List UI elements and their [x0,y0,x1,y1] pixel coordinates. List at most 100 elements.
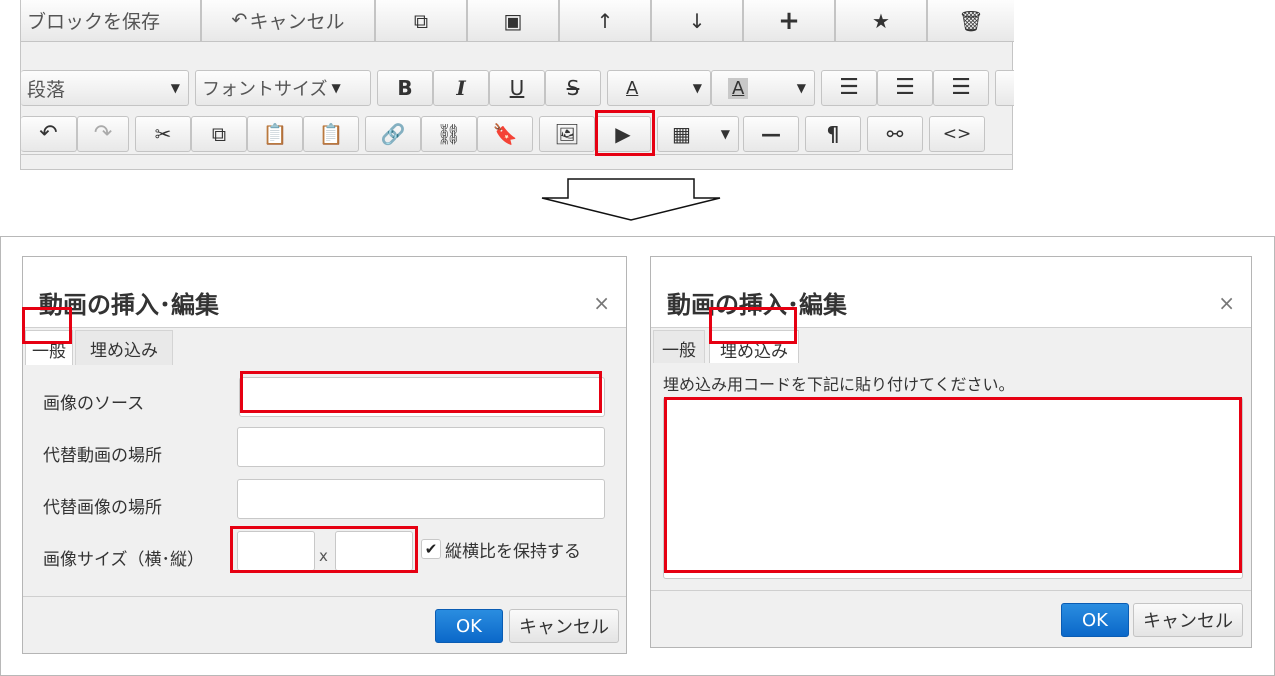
dialog-tabs: 一般 埋め込み [651,327,1251,367]
underline-icon: U [509,76,525,100]
size-label: 画像サイズ（横･縦） [43,550,204,570]
keep-ratio-label: 縦横比を保持する [445,542,581,562]
move-down-button[interactable]: ↓ [651,0,743,42]
duplicate-block-button[interactable]: ⧉ [375,0,467,42]
source-code-button[interactable]: <> [929,116,985,152]
save-block-button[interactable]: ブロックを保存 [21,0,201,42]
caret-down-icon: ▼ [692,81,702,95]
unlink-button[interactable]: ⛓ [421,116,477,152]
arrow-up-icon: ↑ [596,8,614,33]
width-input[interactable] [237,531,315,571]
horizontal-rule-icon: — [761,122,781,146]
image-icon: 🖼 [554,122,580,146]
tab-embed[interactable]: 埋め込み [709,330,799,367]
align-center-icon: ☰ [895,75,915,100]
horizontal-rule-button[interactable]: — [743,116,799,152]
tab-general[interactable]: 一般 [653,330,705,366]
embed-code-textarea[interactable] [663,397,1243,579]
cut-icon: ✂ [154,122,172,146]
dialog-body: 画像のソース 代替動画の場所 代替画像の場所 画像サイズ（横･縦） x ✔ 縦横… [23,365,626,599]
paragraph-select[interactable]: 段落 ▼ [21,70,189,106]
insert-table-button[interactable]: ▦ ▼ [657,116,739,152]
embed-instruction: 埋め込み用コードを下記に貼り付けてください。 [663,375,1015,394]
checkmark-icon: ✔ [424,540,438,558]
save-to-library-button[interactable]: ▣ [467,0,559,42]
cancel-button[interactable]: ↶ キャンセル [201,0,375,42]
source-label: 画像のソース [43,394,145,414]
dialog-tabs: 一般 埋め込み [23,327,626,367]
redo-button[interactable]: ↷ [77,116,129,152]
align-center-button[interactable]: ☰ [877,70,933,106]
caret-down-icon: ▼ [720,127,730,141]
cancel-label: キャンセル [249,11,345,33]
font-size-select-value: フォントサイズ [202,79,328,100]
tab-general[interactable]: 一般 [25,330,73,367]
alt-video-input[interactable] [237,427,605,467]
text-color-icon: A [626,77,639,99]
alt-image-label: 代替画像の場所 [43,498,162,518]
add-block-button[interactable]: + [743,0,835,42]
close-icon[interactable]: × [593,291,610,315]
cancel-button[interactable]: キャンセル [1133,603,1243,637]
keep-ratio-checkbox[interactable]: ✔ [421,539,441,559]
paste-button[interactable]: 📋 [247,116,303,152]
insert-image-button[interactable]: 🖼 [539,116,595,152]
italic-button[interactable]: I [433,70,489,106]
font-size-select[interactable]: フォントサイズ ▼ [195,70,371,106]
dialog-title: 動画の挿入･編集 [23,257,626,327]
cancel-button[interactable]: キャンセル [509,609,619,643]
paste-text-icon: 📋 [318,122,344,146]
underline-button[interactable]: U [489,70,545,106]
strikethrough-button[interactable]: S [545,70,601,106]
insert-video-button[interactable]: ▶ [595,116,651,152]
copy-icon: ⧉ [211,122,227,146]
flow-arrow-icon [541,178,721,221]
caret-down-icon: ▼ [170,81,180,95]
delete-block-button[interactable]: 🗑 [927,0,1014,42]
caret-down-icon: ▼ [796,81,806,95]
height-input[interactable] [335,531,413,571]
favorite-button[interactable]: ★ [835,0,927,42]
trash-icon: 🗑 [958,8,984,33]
ok-button[interactable]: OK [435,609,503,643]
dialog-footer: OK キャンセル [23,596,626,653]
align-justify-button[interactable] [995,70,1014,106]
media-icon: ▶ [615,122,631,146]
align-left-button[interactable]: ☰ [821,70,877,106]
toolbar-divider [20,154,1013,155]
ok-button[interactable]: OK [1061,603,1129,637]
show-blocks-button[interactable]: ¶ [805,116,861,152]
size-separator: x [319,547,328,565]
close-icon[interactable]: × [1218,291,1235,315]
caret-down-icon: ▼ [331,81,341,95]
undo-icon: ↶ [39,121,58,146]
bold-button[interactable]: B [377,70,433,106]
insert-link-button[interactable]: 🔗 [365,116,421,152]
find-replace-icon: ⚯ [886,122,904,146]
archive-icon: ▣ [503,8,523,33]
undo-button[interactable]: ↶ [21,116,77,152]
paste-text-button[interactable]: 📋 [303,116,359,152]
source-input[interactable] [239,377,605,417]
text-color-button[interactable]: A ▼ [607,70,711,106]
save-block-label: ブロックを保存 [27,11,161,33]
cut-button[interactable]: ✂ [135,116,191,152]
toolbar-row-format: 段落 ▼ フォントサイズ ▼ B I U S A ▼ A ▼ ☰ ☰ ☰ [21,64,1014,110]
background-color-button[interactable]: A ▼ [711,70,815,106]
bold-icon: B [397,76,413,100]
align-right-button[interactable]: ☰ [933,70,989,106]
move-up-button[interactable]: ↑ [559,0,651,42]
tab-embed[interactable]: 埋め込み [75,330,173,366]
paragraph-select-value: 段落 [27,78,66,101]
paste-icon: 📋 [262,122,288,146]
editor-toolbar: ブロックを保存 ↶ キャンセル ⧉ ▣ ↑ ↓ + ★ 🗑 段落 ▼ フォントサ… [20,0,1014,170]
reply-arrow-icon: ↶ [231,9,248,31]
copy-button[interactable]: ⧉ [191,116,247,152]
find-replace-button[interactable]: ⚯ [867,116,923,152]
alt-image-input[interactable] [237,479,605,519]
copy-icon: ⧉ [413,8,429,33]
align-left-icon: ☰ [839,75,859,100]
dialog-footer: OK キャンセル [651,590,1251,647]
anchor-button[interactable]: 🔖 [477,116,533,152]
dialog-body: 埋め込み用コードを下記に貼り付けてください。 [651,363,1251,593]
